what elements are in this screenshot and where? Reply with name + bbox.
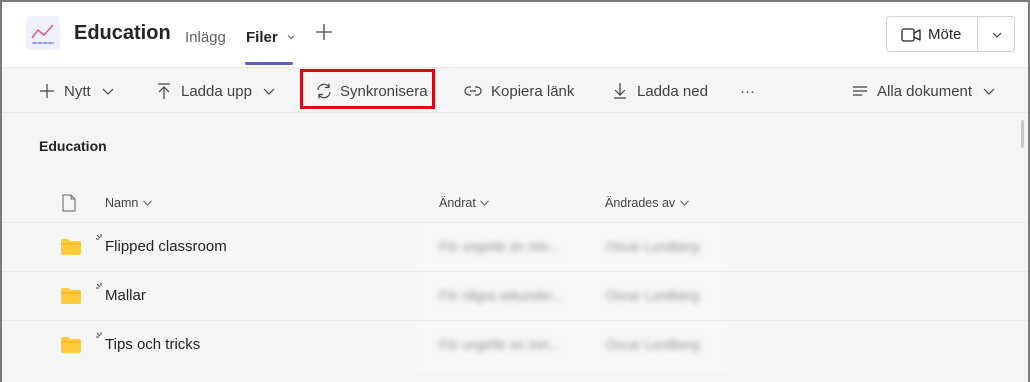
folder-icon (60, 336, 82, 359)
file-list-header: Namn Ändrat Ändrades av (2, 182, 1028, 222)
column-modified-label: Ändrat (439, 196, 476, 210)
add-tab-plus-icon[interactable] (314, 22, 334, 42)
window-frame: Education Inlägg Filer Möte Nytt Ladda u… (0, 0, 1030, 382)
chevron-down-icon (480, 200, 490, 206)
tab-files-label: Filer (246, 29, 278, 46)
chevron-down-icon (142, 200, 152, 206)
table-row[interactable]: Tips och tricks För ungefär en min... Os… (2, 320, 1028, 369)
breadcrumb: Education (39, 138, 107, 154)
more-icon: ··· (740, 82, 755, 100)
meet-button[interactable]: Möte (886, 16, 978, 52)
sync-highlight-box (300, 69, 435, 109)
row-name[interactable]: Tips och tricks (105, 336, 200, 353)
new-button[interactable]: Nytt (39, 69, 115, 113)
column-modified-by-label: Ändrades av (605, 196, 676, 210)
chevron-down-icon (679, 200, 689, 206)
view-selector-button[interactable]: Alla dokument (852, 69, 996, 113)
column-header-name[interactable]: Namn (105, 196, 153, 210)
meet-dropdown-button[interactable] (977, 16, 1015, 52)
plus-icon (40, 84, 54, 98)
copy-link-button[interactable]: Kopiera länk (464, 69, 574, 113)
column-name-label: Namn (105, 196, 139, 210)
row-modified: För ungefär en min... (439, 337, 560, 352)
channel-title: Education (74, 22, 171, 44)
view-label: Alla dokument (877, 82, 973, 100)
row-modified: För några sekunder... (439, 288, 563, 303)
chart-line-icon (26, 16, 60, 50)
row-modified-by: Oscar Lundberg (606, 288, 700, 303)
active-tab-indicator (245, 62, 293, 65)
copy-link-label: Kopiera länk (491, 82, 575, 100)
download-icon (614, 83, 626, 99)
row-modified-by: Oscar Lundberg (606, 337, 700, 352)
chevron-down-icon (286, 29, 296, 46)
more-options-button[interactable]: ··· (740, 69, 755, 113)
channel-header: Education Inlägg Filer Möte (2, 2, 1028, 68)
video-camera-icon (901, 27, 921, 48)
download-button[interactable]: Ladda ned (612, 69, 708, 113)
file-type-icon[interactable] (61, 194, 77, 217)
upload-button[interactable]: Ladda upp (156, 69, 276, 113)
column-header-modified[interactable]: Ändrat (439, 196, 490, 210)
meet-label: Möte (928, 26, 962, 43)
table-row[interactable]: Mallar För några sekunder... Oscar Lundb… (2, 271, 1028, 320)
chevron-down-icon (263, 88, 275, 95)
tab-posts[interactable]: Inlägg (185, 29, 226, 46)
row-modified-by: Oscar Lundberg (606, 239, 700, 254)
chevron-down-icon (983, 88, 995, 95)
row-name[interactable]: Mallar (105, 287, 146, 304)
files-toolbar: Nytt Ladda upp Synkronisera Kopiera länk… (2, 69, 1028, 113)
upload-icon (158, 83, 170, 99)
list-view-icon (853, 86, 867, 96)
tab-files[interactable]: Filer (246, 29, 296, 46)
row-modified: För ungefär en min... (439, 239, 560, 254)
upload-label: Ladda upp (181, 82, 252, 100)
folder-icon (60, 238, 82, 261)
folder-icon (60, 287, 82, 310)
new-label: Nytt (64, 82, 91, 100)
chevron-down-icon (992, 32, 1002, 38)
link-icon (464, 86, 482, 96)
download-label: Ladda ned (637, 82, 708, 100)
chevron-down-icon (102, 88, 114, 95)
row-name[interactable]: Flipped classroom (105, 238, 227, 255)
scrollbar[interactable] (1021, 120, 1024, 148)
column-header-modified-by[interactable]: Ändrades av (605, 196, 690, 210)
table-row[interactable]: Flipped classroom För ungefär en min... … (2, 222, 1028, 271)
